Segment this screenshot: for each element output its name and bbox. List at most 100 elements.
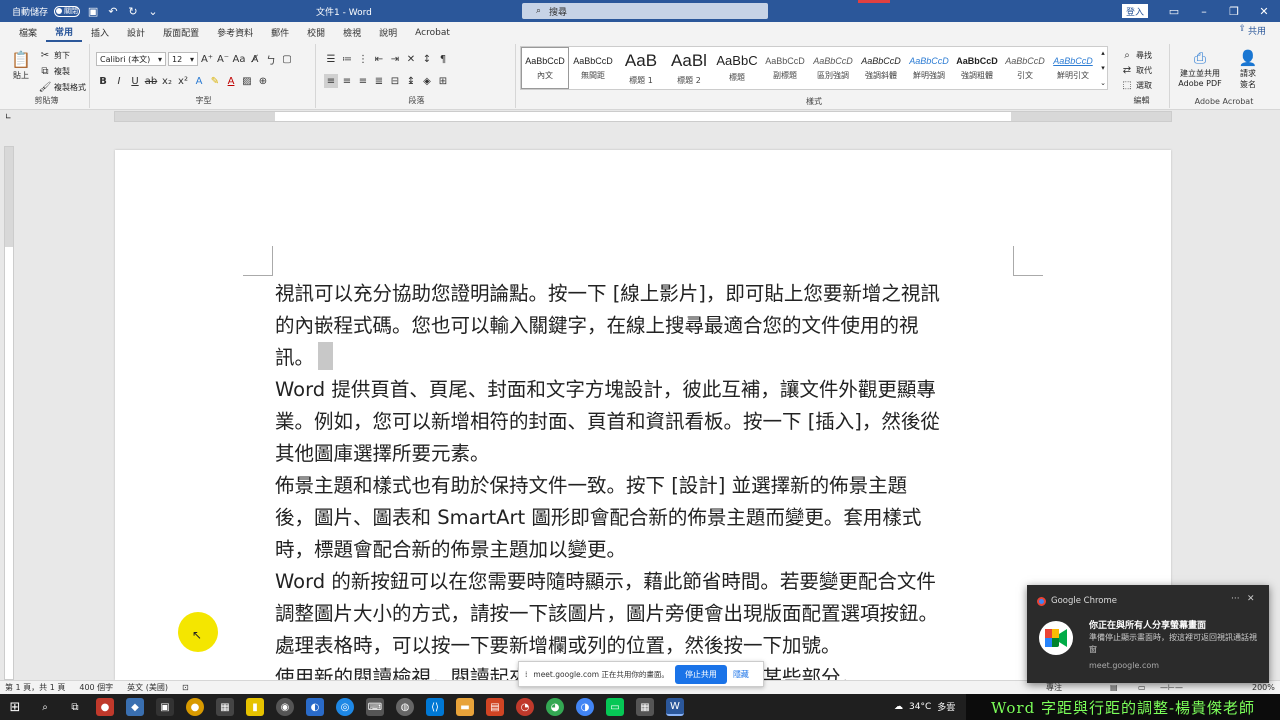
windows-start-icon[interactable]: ⊞ [6,698,24,716]
underline-icon[interactable]: U [128,74,142,88]
phonetic-guide-icon[interactable]: ㄅ [264,52,278,67]
more-icon[interactable]: ⌄ [1100,79,1106,87]
grow-font-icon[interactable]: A⁺ [200,52,214,66]
style-item[interactable]: AaBbC 標題 [713,47,761,89]
text-line[interactable]: 佈景主題和樣式也有助於保持文件一致。按下 [設計] 並選擇新的佈景主題 [275,470,1015,502]
app-icon[interactable]: ◔ [516,698,534,716]
tab-5[interactable]: 參考資料 [208,23,262,42]
font-name-combo[interactable]: Calibri (本文) ▾ [96,52,166,66]
web-layout-icon[interactable]: ▭ [1138,683,1146,692]
tab-9[interactable]: 說明 [370,23,406,42]
justify-icon[interactable]: ≣ [372,74,386,88]
stop-sharing-button[interactable]: 停止共用 [674,664,727,684]
app-icon[interactable]: ● [186,698,204,716]
chevron-up-icon[interactable]: ▴ [1101,49,1105,57]
style-item[interactable]: AaBbCcD 副標題 [761,47,809,89]
enclose-characters-icon[interactable]: ⊕ [256,74,270,88]
format-painter-button[interactable]: 🖌 複製格式 [38,80,86,94]
tab-2[interactable]: 插入 [82,23,118,42]
text-line[interactable]: 的內嵌程式碼。您也可以輸入關鍵字，在線上搜尋最適合您的文件使用的視 [275,310,1015,342]
hide-link[interactable]: 隱藏 [733,669,749,680]
text-line[interactable]: 時，標題會配合新的佈景主題加以變更。 [275,534,1015,566]
share-button[interactable]: ⇪ 共用 [1238,24,1266,37]
tab-4[interactable]: 版面配置 [154,23,208,42]
italic-icon[interactable]: I [112,74,126,88]
app-icon[interactable]: ◉ [276,698,294,716]
highlight-icon[interactable]: ✎ [208,74,222,88]
text-line[interactable]: 其他圖庫選擇所要元素。 [275,438,1015,470]
tab-10[interactable]: Acrobat [406,23,459,42]
subscript-icon[interactable]: x₂ [160,74,174,88]
style-item[interactable]: AaBbCcD 強調粗體 [953,47,1001,89]
strikethrough-icon[interactable]: ab [144,74,158,88]
style-item[interactable]: AaBl 標題 2 [665,47,713,89]
character-shading-icon[interactable]: ▨ [240,74,254,88]
close-icon[interactable]: ✕ [1247,594,1255,604]
align-center-icon[interactable]: ≡ [340,74,354,88]
minimize-icon[interactable]: – [1194,3,1214,19]
app-icon[interactable]: ◍ [396,698,414,716]
zoom-slider[interactable]: —⊢— [1160,683,1183,692]
style-item[interactable]: AaBbCcD 鮮明強調 [905,47,953,89]
numbering-icon[interactable]: ≔ [340,52,354,66]
find-button[interactable]: ⌕ 尋找 [1120,48,1152,62]
text-effects-icon[interactable]: A [192,74,206,88]
clear-formatting-icon[interactable]: A̸ [248,52,262,66]
text-line[interactable]: 後，圖片、圖表和 SmartArt 圖形即會配合新的佈景主題而變更。套用樣式 [275,502,1015,534]
close-icon[interactable]: ✕ [1254,3,1274,19]
create-pdf-button[interactable]: ⎙ 建立並共用 Adobe PDF [1176,48,1224,88]
style-item[interactable]: AaBbCcD 無間距 [569,47,617,89]
font-color-icon[interactable]: A [224,74,238,88]
shading-icon[interactable]: ◈ [420,74,434,88]
style-item[interactable]: AaB 標題 1 [617,47,665,89]
app-icon[interactable]: ▣ [156,698,174,716]
text-line[interactable]: Word 的新按鈕可以在您需要時隨時顯示，藉此節省時間。若要變更配合文件 [275,566,1015,598]
accessibility-icon[interactable]: ⊡ [182,683,189,692]
folder-icon[interactable]: ▬ [456,698,474,716]
multilevel-list-icon[interactable]: ⋮ [356,52,370,66]
styles-scroll[interactable]: ▴ ▾ ⌄ [1098,46,1108,90]
vscode-icon[interactable]: ⟨⟩ [426,698,444,716]
style-item[interactable]: AaBbCcD 引文 [1001,47,1049,89]
app-icon[interactable]: ▦ [636,698,654,716]
cut-button[interactable]: ✂ 剪下 [38,48,70,62]
app-icon[interactable]: ◆ [126,698,144,716]
print-layout-icon[interactable]: ▤ [1110,683,1118,692]
text-line[interactable]: Word 提供頁首、頁尾、封面和文字方塊設計，彼此互補，讓文件外觀更顯專 [275,374,1015,406]
asian-layout-icon[interactable]: ✕ [404,52,418,66]
bullets-icon[interactable]: ☰ [324,52,338,66]
app-icon[interactable]: ● [96,698,114,716]
app-icon[interactable]: ▮ [246,698,264,716]
more-icon[interactable]: ··· [1231,594,1240,604]
show-marks-icon[interactable]: ¶ [436,52,450,66]
focus-button[interactable]: 專注 [1046,682,1062,693]
word-count[interactable]: 400 個字 [79,682,113,693]
decrease-indent-icon[interactable]: ⇤ [372,52,386,66]
task-view-icon[interactable]: ⧉ [66,698,84,716]
search-box[interactable]: ⌕ 搜尋 [522,3,768,19]
superscript-icon[interactable]: x² [176,74,190,88]
page-count[interactable]: 第 1 頁，共 1 頁 [5,682,65,693]
chrome-notification[interactable]: Google Chrome ··· ✕ 你正在與所有人分享螢幕畫面 準備停止顯示… [1027,585,1269,683]
tab-6[interactable]: 郵件 [262,23,298,42]
language[interactable]: 英文 (美國) [127,682,168,693]
align-right-icon[interactable]: ≡ [356,74,370,88]
document-page[interactable]: 視訊可以充分協助您證明論點。按一下 [線上影片]，即可貼上您要新增之視訊 的內嵌程… [115,150,1171,689]
tab-7[interactable]: 校閱 [298,23,334,42]
vertical-ruler[interactable] [4,146,14,680]
chevron-down-icon[interactable]: ▾ [1101,64,1105,72]
sort-icon[interactable]: ↕ [420,52,434,66]
app-icon[interactable]: ⌨ [366,698,384,716]
paste-button[interactable]: 📋 貼上 [8,48,34,81]
style-item[interactable]: AaBbCcD 強調斜體 [857,47,905,89]
ribbon-display-icon[interactable]: ▭ [1164,3,1184,19]
autosave-toggle[interactable]: 關閉 [54,5,81,17]
line-spacing-icon[interactable]: ↨ [404,74,418,88]
tab-selector-icon[interactable]: ∟ [5,112,12,121]
save-icon[interactable]: ▣ [86,4,100,18]
text-line[interactable]: 處理表格時，可以按一下要新增欄或列的位置，然後按一下加號。 [275,630,1015,662]
style-item[interactable]: AaBbCcD 內文 [521,47,569,89]
tab-8[interactable]: 檢視 [334,23,370,42]
style-item[interactable]: AaBbCcD 鮮明引文 [1049,47,1097,89]
font-size-combo[interactable]: 12 ▾ [168,52,198,66]
